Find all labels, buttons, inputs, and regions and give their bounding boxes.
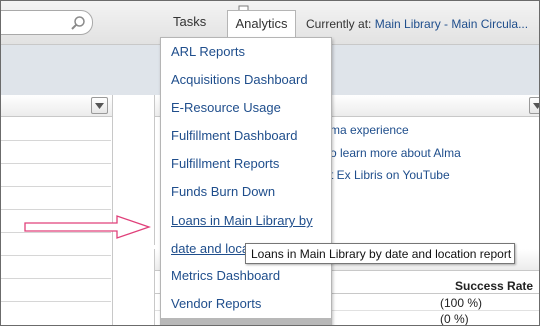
analytics-dropdown-menu: ARL Reports Acquisitions Dashboard E-Res… bbox=[160, 37, 332, 325]
menu-item-vendor-reports[interactable]: Vendor Reports bbox=[171, 296, 261, 311]
list-row-divider bbox=[1, 140, 111, 141]
search-icon[interactable] bbox=[70, 15, 86, 31]
list-row-divider bbox=[1, 163, 111, 164]
youtube-link[interactable]: t Ex Libris on YouTube bbox=[330, 168, 450, 182]
list-row-divider bbox=[1, 301, 111, 302]
search-input[interactable] bbox=[1, 10, 93, 35]
list-row-divider bbox=[1, 186, 111, 187]
menu-item-acquisitions-dashboard[interactable]: Acquisitions Dashboard bbox=[171, 72, 308, 87]
success-rate-header: Success Rate bbox=[455, 279, 534, 293]
menu-footer bbox=[161, 318, 331, 325]
menu-item-loans-main-library[interactable]: Loans in Main Library by bbox=[171, 213, 313, 228]
current-location-link[interactable]: Main Library - Main Circula... bbox=[375, 17, 528, 31]
list-row-divider bbox=[1, 209, 111, 210]
right-widget-menu-button[interactable] bbox=[529, 97, 539, 114]
menu-item-fulfillment-dashboard[interactable]: Fulfillment Dashboard bbox=[171, 128, 297, 143]
chevron-down-icon bbox=[533, 103, 539, 109]
chevron-down-icon bbox=[95, 103, 104, 109]
alma-experience-link[interactable]: ma experience bbox=[330, 123, 409, 137]
tab-analytics[interactable]: Analytics bbox=[227, 10, 296, 38]
menu-item-arl-reports[interactable]: ARL Reports bbox=[171, 44, 245, 59]
left-widget bbox=[1, 95, 113, 325]
menu-item-e-resource-usage[interactable]: E-Resource Usage bbox=[171, 100, 281, 115]
menu-item-fulfillment-reports[interactable]: Fulfillment Reports bbox=[171, 156, 279, 171]
success-rate-value: (0 %) bbox=[440, 312, 469, 326]
list-row-divider bbox=[1, 278, 111, 279]
app-frame: Tasks Analytics Currently at: Main Libra… bbox=[0, 0, 540, 326]
success-rate-value: (100 %) bbox=[440, 296, 483, 310]
tab-tasks[interactable]: Tasks bbox=[166, 11, 213, 35]
menu-item-loans-main-library-cont[interactable]: date and loca bbox=[171, 241, 249, 256]
menu-item-funds-burn-down[interactable]: Funds Burn Down bbox=[171, 184, 275, 199]
list-row-divider bbox=[1, 255, 111, 256]
pointer-arrow bbox=[24, 215, 151, 239]
left-widget-header bbox=[1, 95, 112, 117]
learn-about-alma-link[interactable]: o learn more about Alma bbox=[330, 146, 461, 160]
currently-at-label: Currently at: bbox=[306, 17, 372, 31]
currently-at: Currently at: Main Library - Main Circul… bbox=[306, 17, 528, 31]
tooltip: Loans in Main Library by date and locati… bbox=[245, 243, 515, 264]
left-widget-menu-button[interactable] bbox=[91, 97, 108, 114]
menu-item-metrics-dashboard[interactable]: Metrics Dashboard bbox=[171, 268, 280, 283]
